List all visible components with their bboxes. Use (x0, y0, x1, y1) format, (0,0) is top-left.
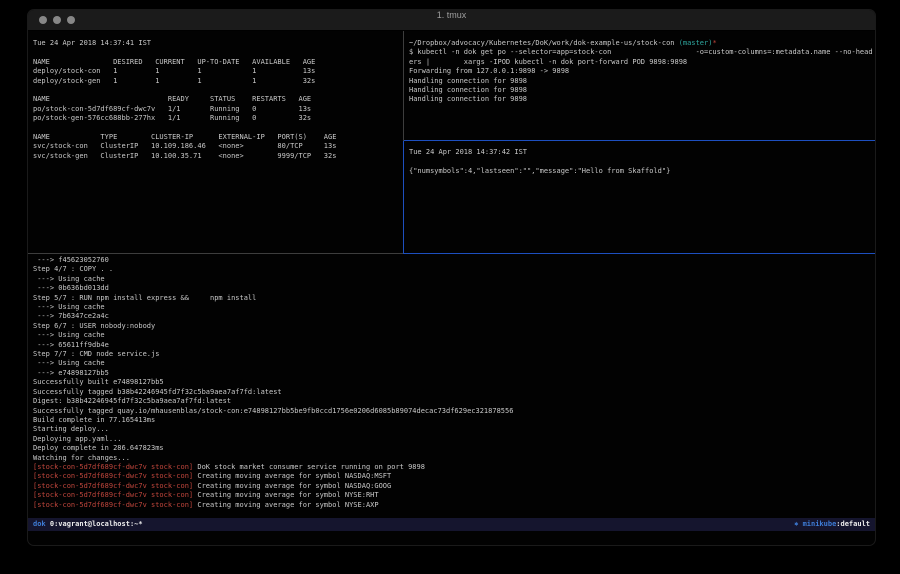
pane-skaffold-build-log[interactable]: ---> f45623052760Step 4/7 : COPY . . ---… (28, 254, 875, 517)
kube-helm-icon: ⎈ (794, 520, 802, 528)
pane-divider-vertical-top (403, 31, 404, 141)
pane-service-response[interactable]: Tue 24 Apr 2018 14:37:42 IST{"numsymbols… (405, 141, 875, 252)
pane-divider-horizontal-right-bottom (403, 253, 875, 254)
pane-divider-vertical-bottom (403, 141, 404, 253)
status-left: dok 0:vagrant@localhost:~* (33, 518, 143, 531)
pane-kubectl-resources[interactable]: Tue 24 Apr 2018 14:37:41 ISTNAME DESIRED… (28, 31, 402, 252)
close-button[interactable] (39, 16, 47, 24)
pane-port-forward[interactable]: ~/Dropbox/advocacy/Kubernetes/DoK/work/d… (405, 31, 875, 139)
window-titlebar: 1. tmux (28, 10, 875, 31)
minimize-button[interactable] (53, 16, 61, 24)
terminal-window: 1. tmux Tue 24 Apr 2018 14:37:41 ISTNAME… (28, 10, 875, 545)
kube-namespace: :default (836, 520, 870, 528)
tmux-window-label[interactable]: 0:vagrant@localhost:~* (46, 520, 143, 528)
tmux-session-name: dok (33, 520, 46, 528)
window-title: 1. tmux (28, 10, 875, 20)
screenshot-canvas: 1. tmux Tue 24 Apr 2018 14:37:41 ISTNAME… (0, 0, 900, 574)
kube-context: minikube (803, 520, 837, 528)
tmux-status-bar: dok 0:vagrant@localhost:~* ⎈ minikube:de… (28, 518, 875, 531)
status-right: ⎈ minikube:default (794, 518, 870, 531)
terminal-content: Tue 24 Apr 2018 14:37:41 ISTNAME DESIRED… (28, 31, 875, 545)
pane-divider-horizontal-right (404, 140, 875, 141)
maximize-button[interactable] (67, 16, 75, 24)
pane-divider-horizontal-left-bottom (28, 253, 403, 254)
traffic-lights (39, 16, 75, 24)
